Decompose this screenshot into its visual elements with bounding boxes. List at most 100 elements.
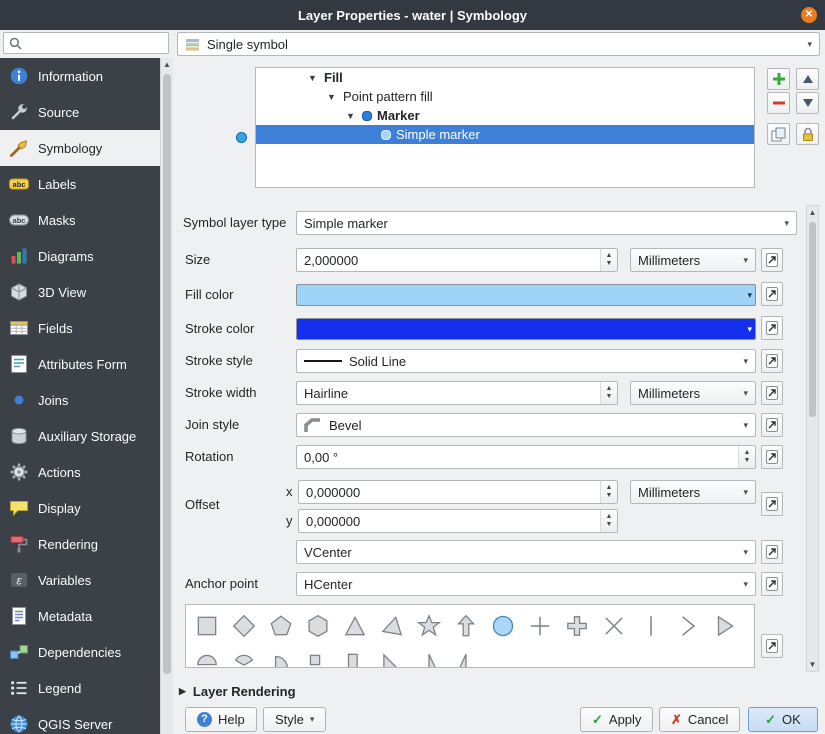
fill-color-button[interactable]: ▾: [296, 284, 756, 306]
renderer-select[interactable]: Single symbol ▾: [177, 32, 820, 56]
duplicate-symbol-layer-button[interactable]: [767, 123, 790, 145]
stroke-width-input[interactable]: Hairline ▲ ▼: [296, 381, 618, 405]
style-button[interactable]: Style ▾: [263, 707, 327, 732]
sidebar-item-joins[interactable]: Joins: [0, 382, 160, 418]
offset-y-input[interactable]: 0,000000 ▲ ▼: [298, 509, 618, 533]
shape-cross2[interactable]: [595, 607, 632, 644]
scroll-down-icon[interactable]: ▼: [807, 658, 818, 671]
sidebar-item-attributes-form[interactable]: Attributes Form: [0, 346, 160, 382]
scroll-up-icon[interactable]: ▲: [807, 206, 818, 219]
symbol-tree-item-fill[interactable]: ▼ Fill: [256, 68, 754, 87]
data-defined-override-button[interactable]: [761, 572, 783, 596]
data-defined-override-button[interactable]: [761, 316, 783, 340]
offset-x-value[interactable]: 0,000000: [299, 481, 600, 503]
ok-button[interactable]: ✓ OK: [748, 707, 818, 732]
shape-cross[interactable]: [521, 607, 558, 644]
add-symbol-layer-button[interactable]: [767, 68, 790, 90]
shape-diagonal-half-square[interactable]: [373, 644, 410, 667]
size-input[interactable]: 2,000000 ▲ ▼: [296, 248, 618, 272]
sidebar-item-rendering[interactable]: Rendering: [0, 526, 160, 562]
data-defined-override-button[interactable]: [761, 413, 783, 437]
sidebar-item-actions[interactable]: Actions: [0, 454, 160, 490]
sidebar-item-variables[interactable]: ε Variables: [0, 562, 160, 598]
shape-arrow[interactable]: [447, 607, 484, 644]
stroke-width-spinner[interactable]: ▲ ▼: [600, 382, 617, 404]
main-scroll-thumb[interactable]: [809, 222, 816, 417]
sidebar-item-qgis-server[interactable]: QGIS Server: [0, 706, 160, 734]
data-defined-override-button[interactable]: [761, 540, 783, 564]
shape-hexagon[interactable]: [299, 607, 336, 644]
main-scrollbar[interactable]: ▲ ▼: [806, 205, 819, 672]
offset-unit-select[interactable]: Millimeters ▾: [630, 480, 756, 504]
tree-expand-icon[interactable]: ▼: [325, 92, 338, 102]
shape-star[interactable]: [410, 607, 447, 644]
data-defined-override-button[interactable]: [761, 634, 783, 658]
vertical-anchor-select[interactable]: VCenter ▾: [296, 540, 756, 564]
sidebar-item-symbology[interactable]: Symbology: [0, 130, 160, 166]
stroke-width-value[interactable]: Hairline: [297, 382, 600, 404]
move-down-button[interactable]: [796, 92, 819, 114]
shape-filled-arrowhead[interactable]: [706, 607, 743, 644]
sidebar-item-fields[interactable]: Fields: [0, 310, 160, 346]
move-up-button[interactable]: [796, 68, 819, 90]
sidebar-item-dependencies[interactable]: Dependencies: [0, 634, 160, 670]
symbol-tree-item-marker[interactable]: ▼ Marker: [256, 106, 754, 125]
shape-semi-circle[interactable]: [188, 644, 225, 667]
data-defined-override-button[interactable]: [761, 349, 783, 373]
sidebar-scrollbar[interactable]: ▲: [160, 58, 173, 734]
sidebar-item-display[interactable]: Display: [0, 490, 160, 526]
join-style-select[interactable]: Bevel ▾: [296, 413, 756, 437]
scroll-up-icon[interactable]: ▲: [161, 58, 173, 72]
close-button[interactable]: ✕: [801, 7, 817, 23]
symbol-layer-type-select[interactable]: Simple marker ▾: [296, 211, 797, 235]
shape-cross-fill[interactable]: [558, 607, 595, 644]
sidebar-item-3d-view[interactable]: 3D View: [0, 274, 160, 310]
search-input[interactable]: [27, 34, 163, 52]
offset-x-input[interactable]: 0,000000 ▲ ▼: [298, 480, 618, 504]
offset-y-spinner[interactable]: ▲ ▼: [600, 510, 617, 532]
lock-color-button[interactable]: [796, 123, 819, 145]
layer-rendering-section[interactable]: ▶ Layer Rendering: [179, 684, 296, 699]
sidebar-item-auxiliary-storage[interactable]: Auxiliary Storage: [0, 418, 160, 454]
size-unit-select[interactable]: Millimeters ▾: [630, 248, 756, 272]
tree-expand-icon[interactable]: ▼: [344, 111, 357, 121]
search-box[interactable]: [3, 32, 169, 54]
shape-square[interactable]: [188, 607, 225, 644]
shape-half-square[interactable]: [336, 644, 373, 667]
stroke-width-unit-select[interactable]: Millimeters ▾: [630, 381, 756, 405]
sidebar-item-legend[interactable]: Legend: [0, 670, 160, 706]
tree-expand-icon[interactable]: ▼: [306, 73, 319, 83]
shape-circle[interactable]: [484, 607, 521, 644]
sidebar-item-labels[interactable]: abc Labels: [0, 166, 160, 202]
sidebar-item-source[interactable]: Source: [0, 94, 160, 130]
shape-triangle[interactable]: [336, 607, 373, 644]
data-defined-override-button[interactable]: [761, 282, 783, 306]
sidebar-item-metadata[interactable]: Metadata: [0, 598, 160, 634]
shape-line[interactable]: [632, 607, 669, 644]
help-button[interactable]: ? Help: [185, 707, 257, 732]
symbol-tree-item-simple-marker[interactable]: Simple marker: [256, 125, 754, 144]
data-defined-override-button[interactable]: [761, 248, 783, 272]
rotation-spinner[interactable]: ▲ ▼: [738, 446, 755, 468]
shape-third-circle[interactable]: [225, 644, 262, 667]
shape-pentagon[interactable]: [262, 607, 299, 644]
shape-arrowhead[interactable]: [669, 607, 706, 644]
stroke-color-button[interactable]: ▾: [296, 318, 756, 340]
shape-quarter-circle[interactable]: [262, 644, 299, 667]
rotation-value[interactable]: 0,00 °: [297, 446, 738, 468]
data-defined-override-button[interactable]: [761, 445, 783, 469]
shape-equilateral-triangle[interactable]: [373, 607, 410, 644]
rotation-input[interactable]: 0,00 ° ▲ ▼: [296, 445, 756, 469]
stroke-style-select[interactable]: Solid Line ▾: [296, 349, 756, 373]
sidebar-scroll-thumb[interactable]: [163, 74, 171, 674]
size-spinner[interactable]: ▲ ▼: [600, 249, 617, 271]
symbol-tree-item-point-pattern-fill[interactable]: ▼ Point pattern fill: [256, 87, 754, 106]
cancel-button[interactable]: ✗ Cancel: [659, 707, 741, 732]
data-defined-override-button[interactable]: [761, 492, 783, 516]
horizontal-anchor-select[interactable]: HCenter ▾: [296, 572, 756, 596]
remove-symbol-layer-button[interactable]: [767, 92, 790, 114]
offset-y-value[interactable]: 0,000000: [299, 510, 600, 532]
offset-x-spinner[interactable]: ▲ ▼: [600, 481, 617, 503]
sidebar-item-masks[interactable]: abc Masks: [0, 202, 160, 238]
shape-diamond[interactable]: [225, 607, 262, 644]
